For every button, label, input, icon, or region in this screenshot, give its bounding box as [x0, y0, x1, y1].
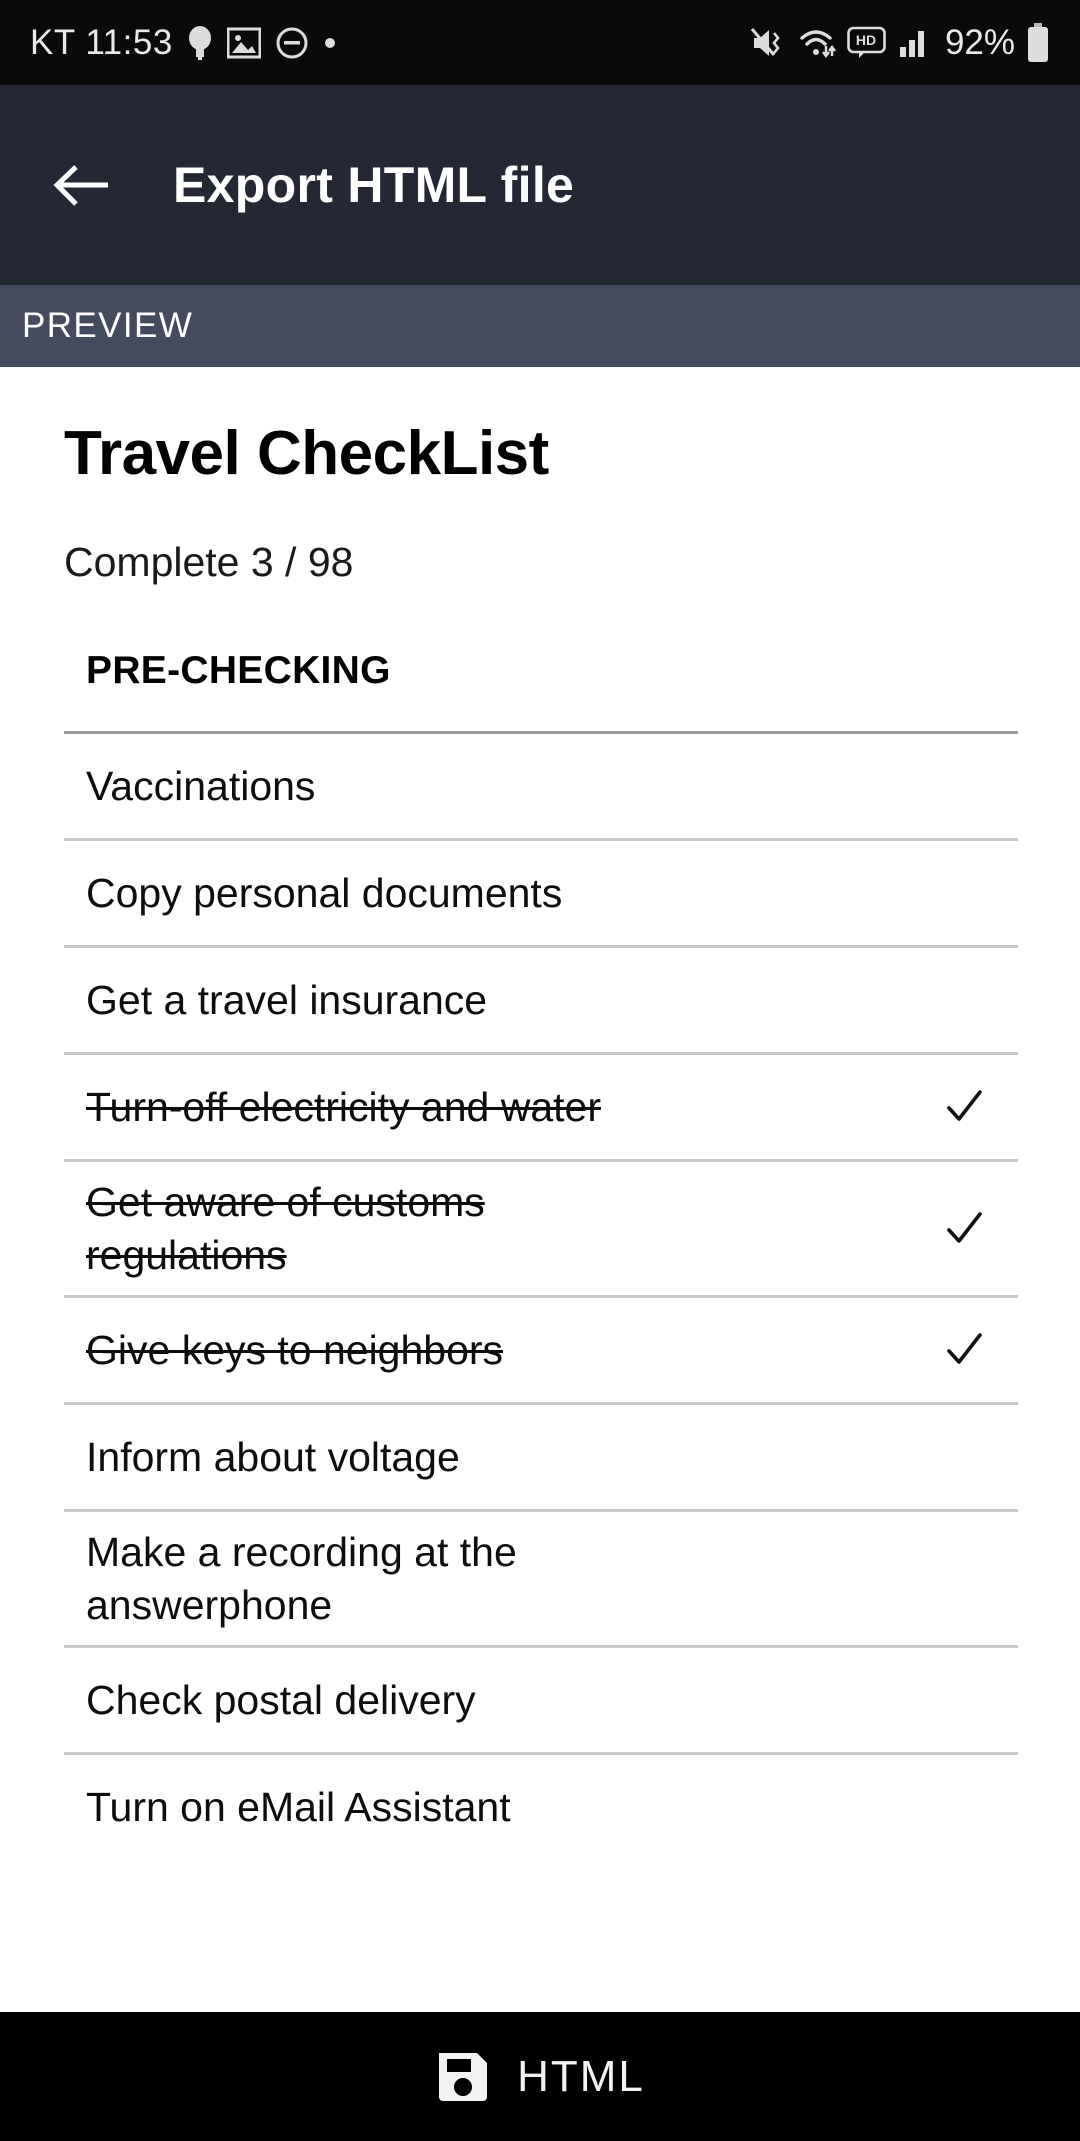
svg-text:HD: HD — [856, 32, 876, 48]
cellular-signal-icon — [898, 27, 930, 59]
wifi-icon — [798, 26, 836, 60]
checklist-item[interactable]: Get a travel insurance — [64, 945, 1018, 1052]
status-bar: KT 11:53 HD 92% — [0, 0, 1080, 85]
checklist-item[interactable]: Get aware of customs regulations — [64, 1159, 1018, 1295]
checklist: Vaccinations Copy personal documents Get a… — [0, 731, 1080, 1859]
checklist-item[interactable]: Copy personal documents — [64, 838, 1018, 945]
checklist-item-label: Check postal delivery — [86, 1676, 476, 1723]
app-bar-title: Export HTML file — [173, 157, 575, 213]
checklist-item[interactable]: Check postal delivery — [64, 1645, 1018, 1752]
section-heading: PRE-CHECKING — [86, 649, 391, 693]
check-icon — [940, 1205, 988, 1253]
checklist-item-label: Get a travel insurance — [86, 977, 488, 1024]
checklist-item-label: Turn on eMail Assistant — [86, 1783, 511, 1830]
battery-icon — [1026, 22, 1050, 63]
save-floppy-icon — [435, 2049, 491, 2105]
app-bar: Export HTML file — [0, 85, 1080, 285]
dot-icon — [323, 36, 337, 50]
image-icon — [226, 27, 261, 59]
status-bar-right: HD 92% — [750, 22, 1050, 63]
checklist-item-label: Get aware of customs regulations — [86, 1179, 485, 1278]
complete-counter: Complete 3 / 98 — [64, 539, 354, 586]
checklist-item-label: Copy personal documents — [86, 870, 563, 917]
checklist-item[interactable]: Turn on eMail Assistant — [64, 1752, 1018, 1859]
checklist-item[interactable]: Vaccinations — [64, 731, 1018, 838]
checklist-item-label: Turn-off electricity and water — [86, 1084, 601, 1131]
preview-content[interactable]: Travel CheckList Complete 3 / 98 PRE-CHE… — [0, 367, 1080, 2012]
checklist-item[interactable]: Give keys to neighbors — [64, 1295, 1018, 1402]
lightbulb-icon — [187, 25, 213, 61]
check-icon — [940, 1326, 988, 1374]
arrow-left-icon — [53, 165, 108, 206]
battery-percent-label: 92% — [944, 22, 1015, 62]
do-not-disturb-icon — [275, 26, 309, 60]
page-title: Travel CheckList — [64, 419, 549, 488]
phone-screen: KT 11:53 HD 92% Export HTML file PREVIEW… — [0, 0, 1080, 2141]
checklist-item-label: Inform about voltage — [86, 1433, 460, 1480]
vibrate-mute-icon — [750, 26, 787, 60]
back-button[interactable] — [50, 153, 114, 217]
preview-bar: PREVIEW — [0, 285, 1080, 367]
check-icon — [940, 1083, 988, 1131]
carrier-and-clock: KT 11:53 — [30, 22, 173, 62]
status-bar-left: KT 11:53 — [30, 23, 337, 63]
checklist-item-label: Vaccinations — [86, 763, 316, 810]
checklist-item-label: Make a recording at the answerphone — [86, 1529, 517, 1628]
export-html-button[interactable]: HTML — [0, 2012, 1080, 2141]
checklist-item[interactable]: Make a recording at the answerphone — [64, 1509, 1018, 1645]
checklist-item-label: Give keys to neighbors — [86, 1326, 504, 1373]
export-html-label: HTML — [517, 2051, 645, 2101]
preview-label: PREVIEW — [22, 306, 194, 345]
checklist-item[interactable]: Turn-off electricity and water — [64, 1052, 1018, 1159]
checklist-item[interactable]: Inform about voltage — [64, 1402, 1018, 1509]
hd-icon: HD — [847, 26, 887, 60]
